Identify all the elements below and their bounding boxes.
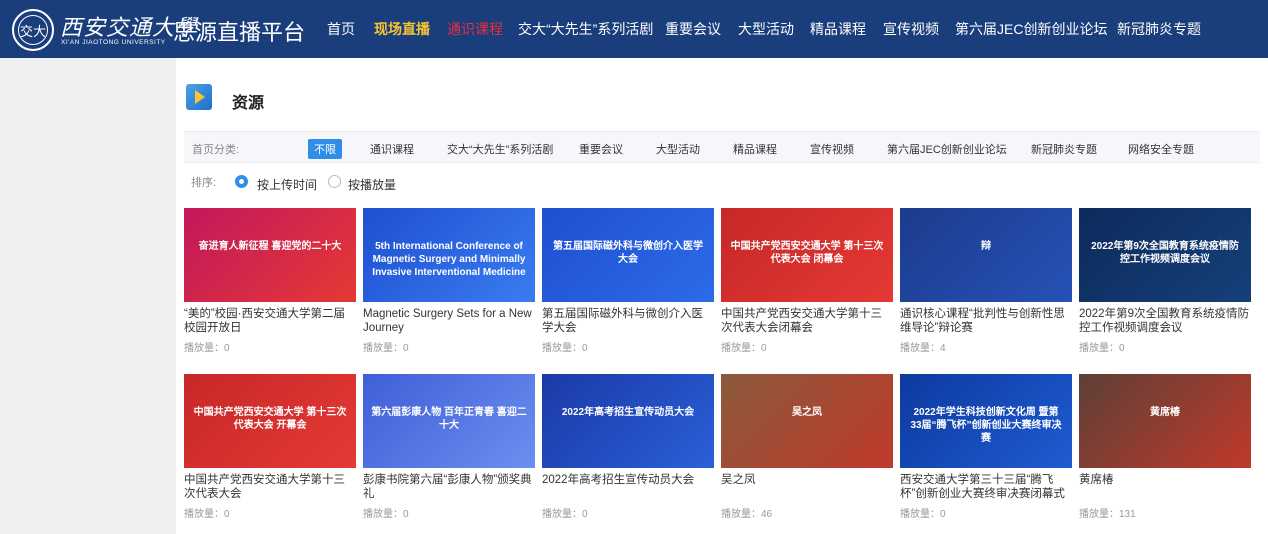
university-seal-logo[interactable]: 交大	[12, 9, 54, 51]
view-count: 播放量：0	[900, 509, 946, 520]
video-thumbnail[interactable]: 第五届国际磁外科与微创介入医学大会	[542, 208, 714, 302]
nav-promo-videos[interactable]: 宣传视频	[883, 0, 939, 58]
video-thumbnail[interactable]: 5th International Conference of Magnetic…	[363, 208, 535, 302]
thumbnail-caption: 2022年第9次全国教育系统疫情防控工作视频调度会议	[1091, 240, 1239, 265]
video-title[interactable]: 黄席椿	[1079, 473, 1251, 501]
video-card[interactable]: 奋进育人新征程 喜迎党的二十大 “美的”校园·西安交通大学第二届校园开放日播放量：…	[184, 208, 356, 354]
top-header: 交大 西安交通大學 XI'AN JIAOTONG UNIVERSITY 思源直播…	[0, 0, 1268, 58]
video-title[interactable]: 彭康书院第六届“彭康人物”颁奖典礼	[363, 473, 535, 501]
nav-general-courses[interactable]: 通识课程	[447, 0, 503, 58]
video-thumbnail[interactable]: 吴之凤	[721, 374, 893, 468]
view-count: 播放量：0	[363, 343, 409, 354]
sort-label: 排序:	[191, 177, 217, 189]
video-card[interactable]: 辩通识核心课程“批判性与创新性思维导论”辩论赛播放量：4	[900, 208, 1072, 354]
filter-general-courses[interactable]: 通识课程	[370, 141, 414, 157]
filter-master-series[interactable]: 交大“大先生”系列活剧	[447, 141, 553, 157]
sort-by-views-radio[interactable]	[328, 175, 341, 188]
site-title: 思源直播平台	[173, 20, 306, 45]
view-count: 播放量：0	[542, 343, 588, 354]
sort-by-upload-radio[interactable]	[235, 175, 248, 188]
video-title[interactable]: “美的”校园·西安交通大学第二届校园开放日	[184, 307, 356, 335]
filter-covid-topic[interactable]: 新冠肺炎专题	[1031, 141, 1097, 157]
category-filter-bar: 首页分类: 不限 通识课程 交大“大先生”系列活剧 重要会议 大型活动 精品课程…	[184, 131, 1260, 163]
view-count: 播放量：0	[184, 343, 230, 354]
view-count: 播放量：46	[721, 509, 773, 520]
video-card[interactable]: 第五届国际磁外科与微创介入医学大会 第五届国际磁外科与微创介入医学大会播放量：0	[542, 208, 714, 354]
sort-by-views-label[interactable]: 按播放量	[348, 176, 396, 193]
thumbnail-caption: 中国共产党西安交通大学 第十三次代表大会 开幕会	[193, 406, 347, 431]
filter-all[interactable]: 不限	[308, 139, 342, 159]
video-thumbnail[interactable]: 黄席椿	[1079, 374, 1251, 468]
thumbnail-caption: 辩	[981, 240, 991, 252]
video-play-icon	[186, 84, 212, 110]
sort-by-upload-label[interactable]: 按上传时间	[257, 176, 317, 193]
filter-jec-forum[interactable]: 第六届JEC创新创业论坛	[887, 141, 1007, 157]
video-thumbnail[interactable]: 奋进育人新征程 喜迎党的二十大	[184, 208, 356, 302]
view-count: 播放量：0	[721, 343, 767, 354]
video-card[interactable]: 中国共产党西安交通大学 第十三次代表大会 开幕会 中国共产党西安交通大学第十三次代…	[184, 374, 356, 520]
video-title[interactable]: 吴之凤	[721, 473, 893, 501]
view-count: 播放量：0	[184, 509, 230, 520]
video-thumbnail[interactable]: 2022年高考招生宣传动员大会	[542, 374, 714, 468]
view-count: 播放量：0	[1079, 343, 1125, 354]
video-card[interactable]: 吴之凤 吴之凤 播放量：46	[721, 374, 893, 520]
nav-covid-topic[interactable]: 新冠肺炎专题	[1117, 0, 1201, 58]
thumbnail-caption: 2022年学生科技创新文化周 暨第33届“腾飞杯”创新创业大赛终审决赛	[910, 406, 1062, 444]
section-title: 资源	[232, 95, 265, 112]
thumbnail-caption: 中国共产党西安交通大学 第十三次代表大会 闭幕会	[730, 240, 884, 265]
video-title[interactable]: 中国共产党西安交通大学第十三次代表大会	[184, 473, 356, 501]
video-card[interactable]: 黄席椿 黄席椿 播放量：131	[1079, 374, 1251, 520]
seal-text: 交大	[18, 15, 48, 45]
thumbnail-caption: 奋进育人新征程 喜迎党的二十大	[198, 240, 342, 252]
video-card[interactable]: 5th International Conference of Magnetic…	[363, 208, 535, 354]
video-title[interactable]: 西安交通大学第三十三届“腾飞杯”创新创业大赛终审决赛闭幕式	[900, 473, 1072, 501]
video-thumbnail[interactable]: 2022年学生科技创新文化周 暨第33届“腾飞杯”创新创业大赛终审决赛	[900, 374, 1072, 468]
thumbnail-caption: 第六届彭康人物 百年正青春 喜迎二十大	[371, 406, 527, 431]
video-thumbnail[interactable]: 中国共产党西安交通大学 第十三次代表大会 开幕会	[184, 374, 356, 468]
nav-major-events[interactable]: 大型活动	[738, 0, 794, 58]
filter-major-events[interactable]: 大型活动	[656, 141, 700, 157]
video-card[interactable]: 2022年学生科技创新文化周 暨第33届“腾飞杯”创新创业大赛终审决赛西安交通大…	[900, 374, 1072, 520]
thumbnail-caption: 第五届国际磁外科与微创介入医学大会	[553, 240, 703, 265]
view-count: 播放量：4	[900, 343, 946, 354]
nav-important-meetings[interactable]: 重要会议	[665, 0, 721, 58]
thumbnail-caption: 黄席椿	[1150, 406, 1180, 418]
filter-promo-videos[interactable]: 宣传视频	[810, 141, 854, 157]
nav-live[interactable]: 现场直播	[374, 0, 430, 58]
video-thumbnail[interactable]: 辩	[900, 208, 1072, 302]
nav-master-series[interactable]: 交大“大先生”系列活剧	[518, 0, 653, 58]
video-title[interactable]: 第五届国际磁外科与微创介入医学大会	[542, 307, 714, 335]
view-count: 播放量：0	[363, 509, 409, 520]
video-thumbnail[interactable]: 中国共产党西安交通大学 第十三次代表大会 闭幕会	[721, 208, 893, 302]
filter-label: 首页分类:	[192, 144, 240, 156]
filter-cybersecurity-topic[interactable]: 网络安全专题	[1128, 141, 1194, 157]
thumbnail-caption: 5th International Conference of Magnetic…	[372, 240, 526, 278]
video-thumbnail[interactable]: 2022年第9次全国教育系统疫情防控工作视频调度会议	[1079, 208, 1251, 302]
filter-quality-courses[interactable]: 精品课程	[733, 141, 777, 157]
video-thumbnail[interactable]: 第六届彭康人物 百年正青春 喜迎二十大	[363, 374, 535, 468]
nav-home[interactable]: 首页	[327, 0, 355, 58]
view-count: 播放量：131	[1079, 509, 1136, 520]
video-title[interactable]: 2022年第9次全国教育系统疫情防控工作视频调度会议	[1079, 307, 1251, 335]
video-card[interactable]: 2022年第9次全国教育系统疫情防控工作视频调度会议 2022年第9次全国教育系统…	[1079, 208, 1251, 354]
video-card[interactable]: 第六届彭康人物 百年正青春 喜迎二十大 彭康书院第六届“彭康人物”颁奖典礼播放量：…	[363, 374, 535, 520]
nav-quality-courses[interactable]: 精品课程	[810, 0, 866, 58]
university-name-en: XI'AN JIAOTONG UNIVERSITY	[61, 39, 166, 46]
video-card[interactable]: 2022年高考招生宣传动员大会 2022年高考招生宣传动员大会播放量：0	[542, 374, 714, 520]
filter-important-meetings[interactable]: 重要会议	[579, 141, 623, 157]
resource-panel: 资源 首页分类: 不限 通识课程 交大“大先生”系列活剧 重要会议 大型活动 精…	[176, 58, 1268, 534]
video-title[interactable]: 通识核心课程“批判性与创新性思维导论”辩论赛	[900, 307, 1072, 335]
video-title[interactable]: 中国共产党西安交通大学第十三次代表大会闭幕会	[721, 307, 893, 335]
video-title[interactable]: 2022年高考招生宣传动员大会	[542, 473, 714, 501]
nav-jec-forum[interactable]: 第六届JEC创新创业论坛	[955, 0, 1107, 58]
video-title[interactable]: Magnetic Surgery Sets for a New Journey	[363, 307, 535, 335]
video-card[interactable]: 中国共产党西安交通大学 第十三次代表大会 闭幕会 中国共产党西安交通大学第十三次代…	[721, 208, 893, 354]
thumbnail-caption: 2022年高考招生宣传动员大会	[561, 406, 695, 418]
view-count: 播放量：0	[542, 509, 588, 520]
thumbnail-caption: 吴之凤	[792, 406, 822, 418]
